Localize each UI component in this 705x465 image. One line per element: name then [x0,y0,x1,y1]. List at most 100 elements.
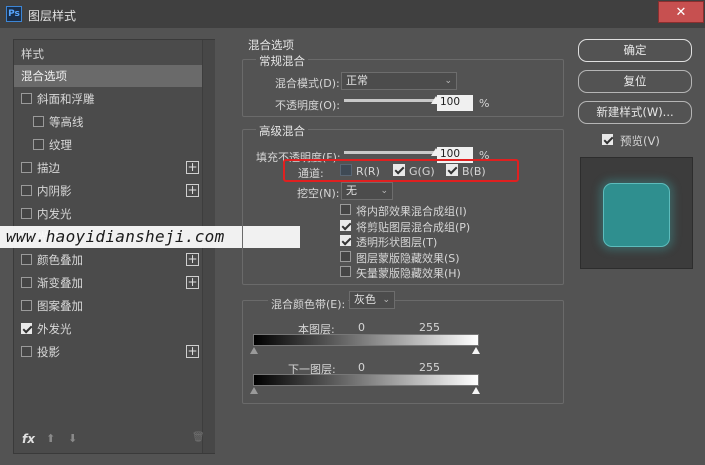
blend-mode-label: 混合模式(D): [275,77,340,90]
fill-opacity-slider-track [344,151,436,154]
this-layer-gradient [253,334,479,346]
style-item-label: 内阴影 [37,184,72,198]
preview-checkbox[interactable] [602,134,613,145]
style-item-label: 渐变叠加 [37,276,83,290]
advanced-blending-title: 高级混合 [256,123,308,139]
underlying-layer-black-stop[interactable] [250,387,258,394]
channel-green-checkbox[interactable] [393,164,405,176]
style-item-bevel-emboss[interactable]: 斜面和浮雕 [14,88,202,110]
add-effect-icon[interactable]: + [186,184,199,197]
this-layer-black-stop[interactable] [250,347,258,354]
style-item-contour[interactable]: 等高线 [14,111,202,133]
layer-mask-hides-effects-checkbox[interactable] [340,250,351,262]
style-checkbox-outer-glow[interactable] [21,323,32,334]
title-bar: Ps 图层样式 ✕ [0,0,705,28]
reset-button[interactable]: 复位 [578,70,692,93]
style-checkbox-stroke[interactable] [21,162,32,173]
style-item-label: 外发光 [37,322,72,336]
opacity-label: 不透明度(O): [275,99,340,112]
style-checkbox-inner-glow[interactable] [21,208,32,219]
blend-clipped-layers-checkbox[interactable] [340,219,351,231]
preview-swatch [603,183,670,247]
underlying-layer-white-stop[interactable] [472,387,480,394]
style-preview-thumbnail [580,157,693,269]
style-checkbox-drop-shadow[interactable] [21,346,32,357]
style-checkbox-contour[interactable] [33,116,44,127]
style-item-label: 颜色叠加 [37,253,83,267]
underlying-layer-low-value: 0 [358,361,365,374]
style-item-label: 纹理 [49,138,72,152]
window-title: 图层样式 [28,9,77,23]
add-effect-icon[interactable]: + [186,253,199,266]
close-button[interactable]: ✕ [658,1,704,23]
style-item-label: 斜面和浮雕 [37,92,95,106]
underlying-layer-high-value: 255 [419,361,440,374]
style-item-blending-options[interactable]: 混合选项 [14,65,202,87]
vector-mask-hides-effects-label: 矢量蒙版隐藏效果(H) [356,267,461,280]
style-checkbox-inner-shadow[interactable] [21,185,32,196]
this-layer-low-value: 0 [358,321,365,334]
opacity-input[interactable]: 100 [437,95,473,111]
style-item-gradient-overlay[interactable]: 渐变叠加 + [14,272,202,294]
styles-header: 样式 [21,47,44,61]
blend-if-value: 灰色 [354,293,376,306]
style-item-label: 图案叠加 [37,299,83,313]
style-item-texture[interactable]: 纹理 [14,134,202,156]
fx-icon[interactable]: fx [22,432,35,446]
new-style-button[interactable]: 新建样式(W)... [578,101,692,124]
knockout-select[interactable]: 无 ⌄ [341,182,393,200]
channels-label: 通道: [298,167,324,180]
style-item-outer-glow[interactable]: 外发光 [14,318,202,340]
ok-button[interactable]: 确定 [578,39,692,62]
style-item-color-overlay[interactable]: 颜色叠加 + [14,249,202,271]
blend-mode-select[interactable]: 正常 ⌄ [341,72,457,90]
vector-mask-hides-effects-checkbox[interactable] [340,266,351,277]
style-checkbox-bevel-emboss[interactable] [21,93,32,104]
this-layer-high-value: 255 [419,321,440,334]
trash-icon[interactable]: 🗑 [192,432,205,443]
style-item-drop-shadow[interactable]: 投影 + [14,341,202,363]
blend-if-select[interactable]: 灰色 ⌄ [349,291,395,309]
add-effect-icon[interactable]: + [186,161,199,174]
style-item-inner-shadow[interactable]: 内阴影 + [14,180,202,202]
style-item-label: 投影 [37,345,60,359]
channel-blue-checkbox[interactable] [446,164,458,176]
underlying-layer-gradient [253,374,479,386]
opacity-slider-track [344,99,436,102]
chevron-down-icon: ⌄ [380,186,388,196]
chevron-down-icon: ⌄ [382,295,390,305]
this-layer-white-stop[interactable] [472,347,480,354]
general-blending-title: 常规混合 [256,53,308,69]
style-item-inner-glow[interactable]: 内发光 [14,203,202,225]
knockout-label: 挖空(N): [297,187,340,200]
blend-if-group [242,300,564,404]
style-item-label: 内发光 [37,207,72,221]
add-effect-icon[interactable]: + [186,345,199,358]
photoshop-app-icon: Ps [6,6,22,22]
transparency-shapes-layer-checkbox[interactable] [340,235,351,246]
style-item-pattern-overlay[interactable]: 图案叠加 [14,295,202,317]
style-checkbox-pattern-overlay[interactable] [21,300,32,311]
channel-green-label: G(G) [409,165,435,178]
style-item-stroke[interactable]: 描边 + [14,157,202,179]
style-item-label: 等高线 [49,115,84,129]
blend-if-label: 混合颜色带(E): [268,296,349,312]
move-up-icon[interactable]: ⬆ [46,432,55,445]
style-checkbox-color-overlay[interactable] [21,254,32,265]
fill-opacity-slider[interactable] [344,147,441,159]
styles-footer-toolbar: fx ⬆ ⬇ 🗑 [14,428,214,453]
blend-clipped-layers-label: 将剪贴图层混合成组(P) [356,220,471,234]
channel-red-label: R(R) [356,165,380,178]
channel-red-checkbox[interactable] [340,164,352,176]
blend-interior-effects-checkbox[interactable] [340,204,351,215]
transparency-shapes-layer-label: 透明形状图层(T) [356,236,438,249]
style-item-label: 描边 [37,161,60,175]
style-item-label: 混合选项 [21,69,67,83]
add-effect-icon[interactable]: + [186,276,199,289]
move-down-icon[interactable]: ⬇ [68,432,77,445]
style-checkbox-texture[interactable] [33,139,44,150]
opacity-slider[interactable] [344,95,441,107]
style-checkbox-gradient-overlay[interactable] [21,277,32,288]
blend-interior-effects-label: 将内部效果混合成组(I) [356,205,467,218]
knockout-value: 无 [346,184,357,197]
